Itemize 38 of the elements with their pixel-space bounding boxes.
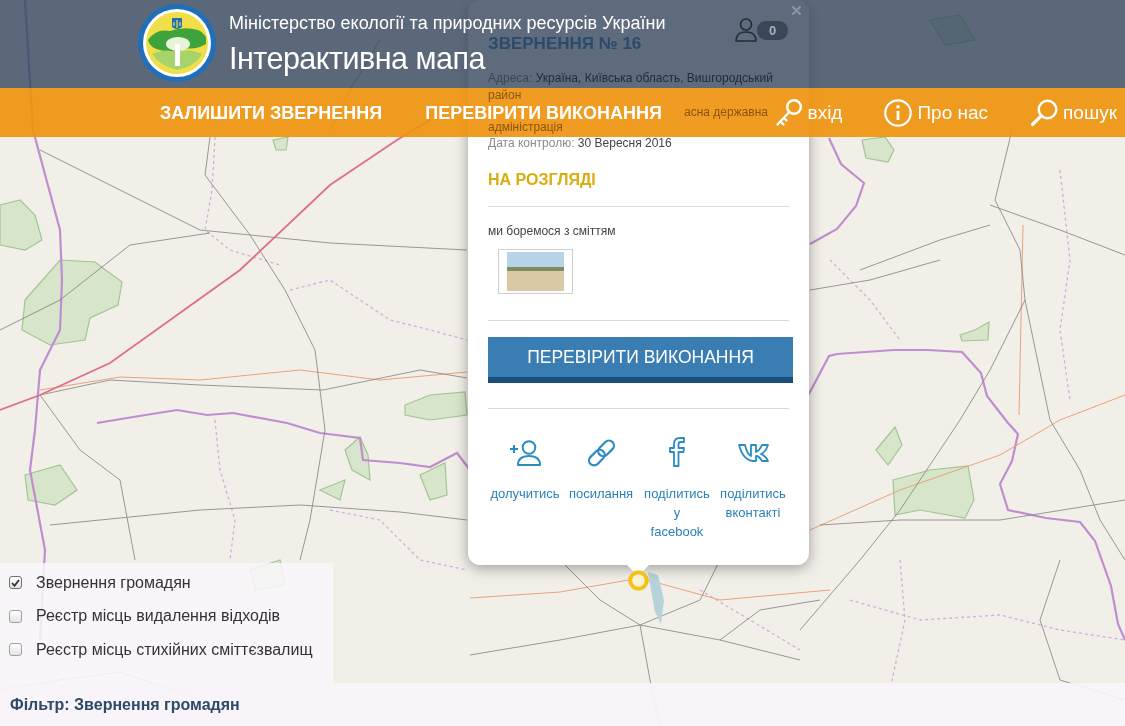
search-icon [1030,98,1059,127]
facebook-icon [668,437,686,467]
checkbox[interactable] [9,609,22,623]
chain-link-icon [585,438,617,468]
control-date-text: Дата контролю: 30 Вересня 2016 [488,135,673,151]
info-icon [884,98,913,127]
nav-link[interactable]: ПЕРЕВІРИТИ ВИКОНАННЯ [425,104,662,121]
join-link[interactable]: долучитись [487,437,563,541]
photo-placeholder[interactable] [498,249,573,294]
layer-label[interactable]: Реєстр місць видалення відходів [36,607,281,626]
note-text: адміністрація [488,120,563,134]
ministry-name: Міністерство екології та природних ресурсів України [229,12,666,34]
vk-icon [737,443,769,463]
marker-icon[interactable] [628,570,649,591]
checkbox[interactable] [9,576,22,590]
count-badge: 0 [757,20,789,40]
logo-icon[interactable] [138,4,216,82]
facebook-share-link[interactable]: поділитись у facebook [639,437,715,541]
checkbox[interactable] [9,643,22,657]
add-user-icon [509,440,541,466]
note-text: асна державна [684,105,769,119]
description-text: ми боремося з сміттям [488,224,617,238]
login-link[interactable]: вхід [774,98,843,127]
app-title: Інтерактивна мапа [229,40,485,76]
close-icon[interactable] [792,6,801,15]
status-text: НА РОЗГЛЯДІ [488,170,597,190]
vk-share-link[interactable]: поділитись вконтакті [715,437,791,541]
search-link[interactable]: пошук [1030,98,1117,127]
user-icon[interactable] [735,18,757,42]
filter-text: Фільтр: Звернення громадян [10,695,240,714]
nav-link[interactable]: ЗАЛИШИТИ ЗВЕРНЕННЯ [160,104,383,121]
layer-label[interactable]: Реєстр місць стихійних сміттєзвалищ [36,640,313,659]
layer-label[interactable]: Звернення громадян [36,573,191,592]
key-icon [774,98,803,127]
about-link[interactable]: Про нас [884,98,989,127]
check-execution-button[interactable]: ПЕРЕВІРИТИ ВИКОНАННЯ [488,337,793,383]
copy-link[interactable]: посилання [563,437,639,541]
checkmark-icon [11,578,20,587]
